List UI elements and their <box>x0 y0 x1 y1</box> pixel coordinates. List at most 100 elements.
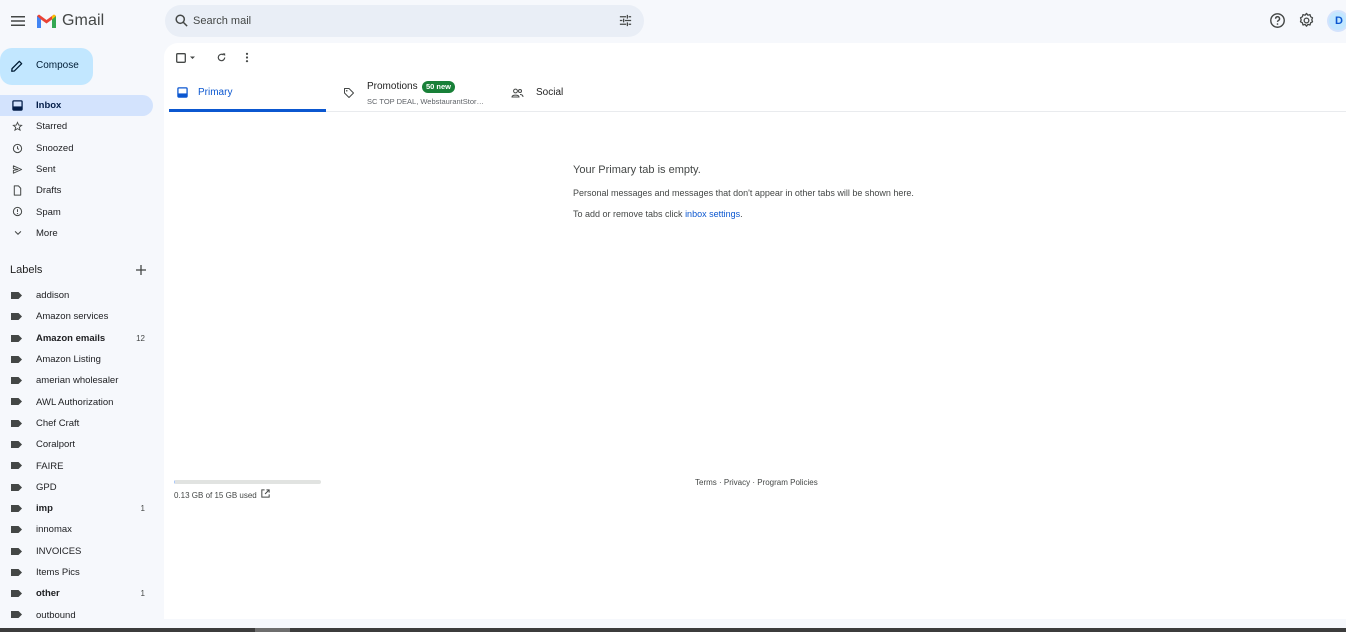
sidebar-label-item[interactable]: Items Pics <box>0 562 153 583</box>
search-options-icon[interactable] <box>618 13 633 28</box>
inbox-tabs: Primary Promotions 50 new SC TOP DEAL, W… <box>169 76 1346 112</box>
sidebar-item-starred[interactable]: Starred <box>0 116 153 137</box>
label-tag-icon <box>11 334 22 342</box>
label-unread-count: 1 <box>140 589 145 599</box>
label-name: addison <box>36 290 70 302</box>
gmail-m-icon <box>37 14 56 28</box>
tab-primary[interactable]: Primary <box>169 76 326 112</box>
sidebar-label-item[interactable]: Amazon Listing <box>0 349 153 370</box>
program-policies-link[interactable]: Program Policies <box>757 478 817 487</box>
select-all-checkbox-icon[interactable] <box>176 53 200 63</box>
hint-prefix: To add or remove tabs click <box>573 209 686 219</box>
top-bar: Gmail D <box>0 0 1346 42</box>
taskbar-edge <box>0 628 1346 632</box>
sidebar-label-item[interactable]: amerian wholesaler <box>0 370 153 391</box>
more-vertical-icon[interactable] <box>244 52 250 63</box>
search-bar[interactable] <box>165 5 644 37</box>
label-name: Coralport <box>36 439 76 451</box>
taskbar-segment <box>255 628 290 632</box>
empty-state-description: Personal messages and messages that don'… <box>573 188 914 198</box>
add-label-icon[interactable] <box>135 264 147 276</box>
label-tag-icon <box>11 462 22 470</box>
sidebar-label-item[interactable]: INVOICES <box>0 541 153 562</box>
sidebar-label-item[interactable]: innomax <box>0 519 153 540</box>
sidebar-item-inbox[interactable]: Inbox <box>0 95 153 117</box>
sidebar-item-sent[interactable]: Sent <box>0 159 153 180</box>
label-name: INVOICES <box>36 545 82 557</box>
compose-label: Compose <box>36 60 79 71</box>
draft-icon <box>13 185 22 196</box>
label-tag-icon <box>11 398 22 406</box>
sidebar-label-item[interactable]: Coralport <box>0 434 153 455</box>
new-count-badge: 50 new <box>422 81 456 93</box>
label-name: Chef Craft <box>36 417 80 429</box>
footer-links: Terms · Privacy · Program Policies <box>695 478 818 487</box>
sidebar-item-snoozed[interactable]: Snoozed <box>0 138 153 159</box>
main-menu-button[interactable] <box>4 7 32 35</box>
sidebar-label-item[interactable]: Chef Craft <box>0 413 153 434</box>
label-tag-icon <box>11 377 22 385</box>
inbox-settings-link[interactable]: inbox settings <box>685 209 740 219</box>
label-tag-icon <box>11 441 22 449</box>
label-name: imp <box>36 503 53 515</box>
label-name: Amazon Listing <box>36 354 101 366</box>
sidebar-label-item[interactable]: addison <box>0 285 153 306</box>
label-name: Amazon emails <box>36 332 106 344</box>
sidebar-item-label: Spam <box>36 206 61 218</box>
label-tag-icon <box>11 292 22 299</box>
label-name: Items Pics <box>36 567 80 578</box>
compose-button[interactable]: Compose <box>0 48 93 85</box>
label-name: innomax <box>36 524 72 536</box>
search-icon[interactable] <box>174 13 189 28</box>
spam-icon <box>12 207 23 217</box>
footer-separator: · <box>716 478 724 487</box>
tag-icon <box>344 88 354 98</box>
mail-toolbar <box>164 43 1346 73</box>
sidebar-label-item[interactable]: Amazon emails 12 <box>0 328 153 349</box>
sidebar-label-item[interactable]: AWL Authorization <box>0 391 153 412</box>
label-name: AWL Authorization <box>36 396 114 408</box>
sidebar-nav: Inbox Starred Snoozed Sent Drafts Spam M… <box>0 95 160 244</box>
search-input[interactable] <box>193 5 593 37</box>
sidebar-item-label: Snoozed <box>36 142 74 154</box>
label-name: FAIRE <box>36 460 64 472</box>
sidebar-item-more[interactable]: More <box>0 223 153 244</box>
gmail-logo[interactable]: Gmail <box>36 10 104 32</box>
sidebar-label-item[interactable]: Amazon services <box>0 306 153 327</box>
hamburger-menu-icon <box>11 16 25 26</box>
tab-promotions[interactable]: Promotions 50 new SC TOP DEAL, Webstaura… <box>341 76 501 112</box>
sidebar-item-label: Starred <box>36 121 68 133</box>
tab-label: Social <box>536 87 564 98</box>
tab-senders-preview: SC TOP DEAL, WebstaurantStor… <box>367 97 484 106</box>
sidebar-label-item[interactable]: FAIRE <box>0 455 153 476</box>
sidebar-label-item[interactable]: GPD <box>0 477 153 498</box>
terms-link[interactable]: Terms <box>695 478 717 487</box>
sidebar-label-item[interactable]: other 1 <box>0 583 153 604</box>
sidebar-item-label: Drafts <box>36 185 62 197</box>
inbox-icon <box>177 87 188 98</box>
sidebar-item-label: Inbox <box>36 100 62 112</box>
privacy-link[interactable]: Privacy <box>724 478 750 487</box>
sidebar-label-item[interactable]: imp 1 <box>0 498 153 519</box>
people-icon <box>511 88 524 98</box>
sidebar-item-spam[interactable]: Spam <box>0 201 153 222</box>
tab-social[interactable]: Social <box>511 76 631 112</box>
label-unread-count: 1 <box>140 504 145 514</box>
sidebar-item-drafts[interactable]: Drafts <box>0 180 153 201</box>
open-in-new-icon[interactable] <box>260 488 271 499</box>
storage-usage-fill <box>174 480 176 484</box>
help-icon[interactable] <box>1269 12 1286 29</box>
sidebar-label-item[interactable]: outbound <box>0 604 153 625</box>
label-tag-icon <box>11 483 22 491</box>
label-tag-icon <box>11 419 22 427</box>
label-name: other <box>36 588 60 600</box>
storage-usage-bar <box>174 480 321 484</box>
account-avatar[interactable]: D <box>1327 10 1346 32</box>
chevron-down-icon <box>14 231 21 236</box>
refresh-icon[interactable] <box>216 52 227 63</box>
label-tag-icon <box>11 547 22 555</box>
settings-gear-icon[interactable] <box>1298 12 1315 29</box>
storage-usage-text: 0.13 GB of 15 GB used <box>174 491 257 500</box>
label-tag-icon <box>11 355 22 363</box>
label-name: amerian wholesaler <box>36 375 119 387</box>
